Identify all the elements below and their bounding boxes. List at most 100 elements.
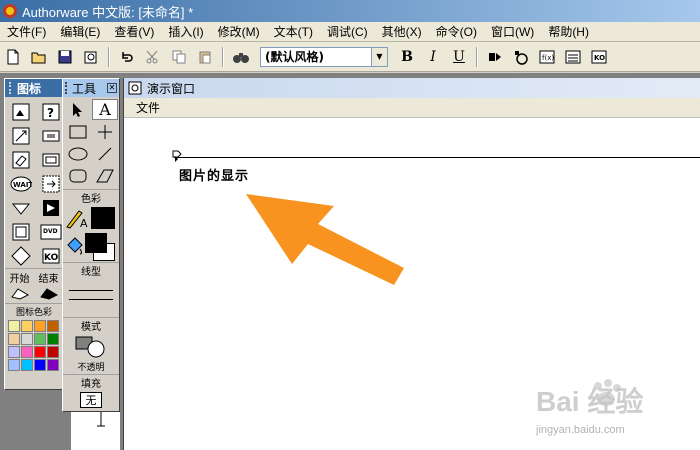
menu-edit[interactable]: 编辑(E) bbox=[53, 23, 107, 40]
start-flag-icon[interactable] bbox=[10, 287, 30, 301]
chevron-down-icon[interactable]: ▼ bbox=[371, 47, 387, 66]
presentation-menu-file[interactable]: 文件 bbox=[136, 99, 160, 116]
menu-text[interactable]: 文本(T) bbox=[267, 23, 320, 40]
tools-panel-header[interactable]: 工具 ✕ bbox=[63, 79, 119, 97]
icon-color-swatch[interactable] bbox=[21, 333, 33, 345]
svg-text:A: A bbox=[80, 217, 88, 229]
menu-view[interactable]: 查看(V) bbox=[107, 23, 161, 40]
icon-color-swatch[interactable] bbox=[34, 346, 46, 358]
variables-window-button[interactable] bbox=[562, 46, 584, 68]
menu-help[interactable]: 帮助(H) bbox=[541, 23, 596, 40]
canvas-text-object[interactable]: 图片的显示 bbox=[179, 165, 249, 184]
icon-color-swatch[interactable] bbox=[8, 359, 20, 371]
wait-icon: WAIT bbox=[10, 176, 32, 191]
toolbar-separator bbox=[108, 46, 110, 67]
copy-button[interactable] bbox=[168, 46, 190, 68]
icon-palette: 图标 ? WAIT DVD KO 开始 结束 图标色彩 bbox=[4, 78, 64, 390]
underline-button[interactable]: U bbox=[448, 46, 470, 68]
open-file-button[interactable] bbox=[28, 46, 50, 68]
menu-window[interactable]: 窗口(W) bbox=[484, 23, 541, 40]
italic-button[interactable]: I bbox=[422, 46, 444, 68]
rectangle-tool[interactable] bbox=[65, 121, 91, 142]
end-flag-icon[interactable] bbox=[39, 287, 59, 301]
frame-icon-tool[interactable] bbox=[9, 221, 33, 242]
digital-movie-icon-tool[interactable] bbox=[39, 197, 63, 218]
knowledge-objects-button[interactable]: KO bbox=[588, 46, 610, 68]
frame-icon bbox=[12, 223, 30, 240]
icon-color-swatch[interactable] bbox=[21, 346, 33, 358]
run-button[interactable] bbox=[484, 46, 506, 68]
functions-window-button[interactable]: f(x) bbox=[536, 46, 558, 68]
save-button[interactable] bbox=[54, 46, 76, 68]
drag-grip-icon[interactable] bbox=[9, 82, 13, 94]
menu-file[interactable]: 文件(F) bbox=[0, 23, 53, 40]
erase-icon-tool[interactable] bbox=[9, 149, 33, 170]
menu-other[interactable]: 其他(X) bbox=[375, 23, 429, 40]
bold-button[interactable]: B bbox=[396, 46, 418, 68]
toolbar-separator bbox=[222, 46, 224, 67]
line-color-swatch[interactable] bbox=[91, 207, 115, 229]
crosshair-tool[interactable] bbox=[92, 121, 118, 142]
line-tool[interactable] bbox=[92, 143, 118, 164]
icon-color-swatch[interactable] bbox=[34, 333, 46, 345]
pen-color-icon[interactable]: A bbox=[65, 207, 89, 229]
import-button[interactable] bbox=[80, 46, 102, 68]
icon-palette-title: 图标 bbox=[17, 81, 42, 96]
interaction-icon-tool[interactable]: ? bbox=[39, 101, 63, 122]
end-label: 结束 bbox=[38, 274, 59, 285]
ellipse-tool[interactable] bbox=[65, 143, 91, 164]
motion-icon-tool[interactable] bbox=[9, 125, 33, 146]
map-icon-tool[interactable] bbox=[39, 149, 63, 170]
icon-color-swatch[interactable] bbox=[8, 333, 20, 345]
text-margin-marker-icon[interactable] bbox=[172, 150, 184, 162]
icon-color-swatch[interactable] bbox=[47, 346, 59, 358]
authorware-app-icon[interactable] bbox=[2, 3, 18, 19]
new-file-button[interactable] bbox=[2, 46, 24, 68]
fill-pattern-button[interactable]: 无 bbox=[80, 392, 102, 408]
menu-debug[interactable]: 调试(C) bbox=[320, 23, 375, 40]
icon-color-swatch[interactable] bbox=[21, 359, 33, 371]
decision-icon-tool[interactable] bbox=[9, 197, 33, 218]
pointer-tool[interactable] bbox=[65, 99, 91, 120]
paste-button[interactable] bbox=[194, 46, 216, 68]
icon-color-swatch[interactable] bbox=[21, 320, 33, 332]
icon-color-swatch[interactable] bbox=[34, 320, 46, 332]
flowline-window-edge[interactable] bbox=[70, 412, 120, 450]
svg-text:KO: KO bbox=[44, 253, 59, 263]
rounded-rectangle-tool[interactable] bbox=[65, 165, 91, 186]
presentation-title-bar[interactable]: 演示窗口 bbox=[124, 78, 700, 98]
text-style-select[interactable]: (默认风格) ▼ bbox=[260, 46, 388, 67]
polygon-tool[interactable] bbox=[92, 165, 118, 186]
fill-bucket-icon[interactable] bbox=[65, 235, 85, 257]
undo-button[interactable] bbox=[116, 46, 138, 68]
italic-label: I bbox=[430, 48, 436, 65]
find-button[interactable] bbox=[230, 46, 252, 68]
display-icon-tool[interactable] bbox=[9, 101, 33, 122]
mode-section[interactable]: 不透明 bbox=[63, 333, 119, 373]
calculation-icon-tool[interactable] bbox=[39, 125, 63, 146]
icon-color-swatch[interactable] bbox=[47, 359, 59, 371]
paste-icon bbox=[199, 51, 211, 63]
wait-icon-tool[interactable]: WAIT bbox=[9, 173, 33, 194]
line-style-section[interactable] bbox=[63, 278, 119, 316]
menu-insert[interactable]: 插入(I) bbox=[161, 23, 210, 40]
knowledge-object-tool[interactable]: KO bbox=[39, 245, 63, 266]
cut-button[interactable] bbox=[142, 46, 164, 68]
control-panel-button[interactable] bbox=[510, 46, 532, 68]
color-section: A bbox=[63, 205, 119, 261]
menu-modify[interactable]: 修改(M) bbox=[211, 23, 267, 40]
foreground-color-swatch[interactable] bbox=[85, 233, 107, 253]
drag-grip-icon[interactable] bbox=[65, 82, 69, 94]
menu-command[interactable]: 命令(O) bbox=[429, 23, 484, 40]
icon-color-swatch[interactable] bbox=[34, 359, 46, 371]
dvd-icon-tool[interactable]: DVD bbox=[39, 221, 63, 242]
icon-color-swatch[interactable] bbox=[8, 320, 20, 332]
icon-color-swatch[interactable] bbox=[8, 346, 20, 358]
icon-color-swatch[interactable] bbox=[47, 320, 59, 332]
navigate-icon-tool[interactable] bbox=[39, 173, 63, 194]
close-icon[interactable]: ✕ bbox=[107, 83, 117, 93]
icon-color-swatch[interactable] bbox=[47, 333, 59, 345]
sound-icon-tool[interactable] bbox=[9, 245, 33, 266]
text-tool[interactable]: A bbox=[92, 99, 118, 120]
icon-palette-header[interactable]: 图标 bbox=[5, 79, 63, 97]
